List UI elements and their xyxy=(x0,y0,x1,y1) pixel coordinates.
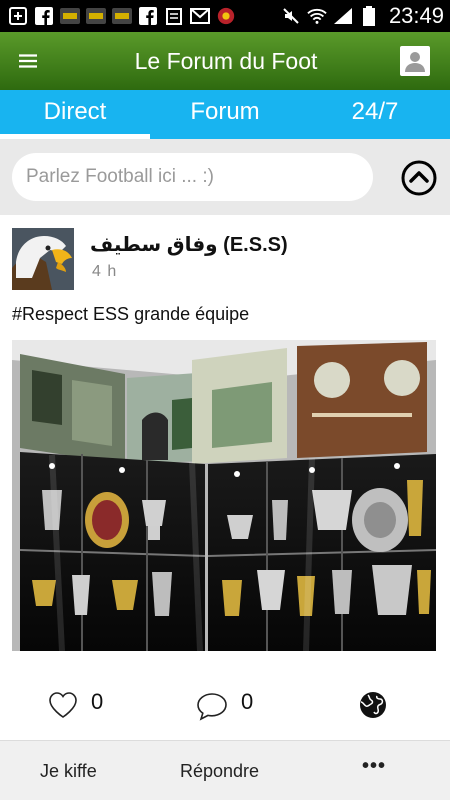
notification-app-icon xyxy=(60,6,80,26)
app-bar: Le Forum du Foot xyxy=(0,32,450,90)
post-image[interactable] xyxy=(12,340,436,651)
app-title: Le Forum du Foot xyxy=(134,47,318,74)
mute-icon xyxy=(281,6,301,26)
comment-icon[interactable] xyxy=(196,691,228,721)
heart-icon[interactable] xyxy=(48,691,78,719)
eagle-avatar-image xyxy=(12,228,74,290)
notification-app-icon xyxy=(86,6,106,26)
game-icon xyxy=(216,6,236,26)
post-card: وفاق سطيف (E.S.S) 4 h #Respect ESS grand… xyxy=(0,215,450,740)
add-icon xyxy=(8,6,28,26)
like-button[interactable]: Je kiffe xyxy=(40,761,97,782)
hamburger-icon xyxy=(19,54,37,68)
globe-icon[interactable] xyxy=(359,691,387,719)
signal-icon xyxy=(333,6,353,26)
more-options-button[interactable]: ••• xyxy=(362,755,386,778)
compose-input[interactable] xyxy=(12,153,373,201)
post-author[interactable]: وفاق سطيف (E.S.S) xyxy=(90,232,288,257)
notification-app-icon xyxy=(112,6,132,26)
reply-button[interactable]: Répondre xyxy=(180,761,259,782)
facebook-icon xyxy=(138,6,158,26)
status-bar: 23:49 xyxy=(0,0,450,32)
trophy-cabinet-photo xyxy=(12,340,436,651)
post-actions: Je kiffe Répondre ••• xyxy=(0,740,450,800)
user-icon xyxy=(405,52,425,72)
reactions-bar: 0 0 xyxy=(0,685,450,725)
compose-row xyxy=(0,139,450,215)
battery-icon xyxy=(359,6,379,26)
gmail-icon xyxy=(190,6,210,26)
post-time: 4 h xyxy=(92,263,118,280)
menu-button[interactable] xyxy=(0,32,56,90)
chevron-up-circle-icon xyxy=(401,160,437,196)
avatar[interactable] xyxy=(12,228,74,290)
wifi-icon xyxy=(307,6,327,26)
clipboard-icon xyxy=(164,6,184,26)
tab-24-7[interactable]: 24/7 xyxy=(300,90,450,139)
clock: 23:49 xyxy=(388,3,444,28)
tab-direct[interactable]: Direct xyxy=(0,90,150,139)
post-text: #Respect ESS grande équipe xyxy=(12,304,250,324)
tab-forum[interactable]: Forum xyxy=(150,90,300,139)
scroll-to-top-button[interactable] xyxy=(401,160,437,196)
tab-bar: Direct Forum 24/7 xyxy=(0,90,450,139)
profile-button[interactable] xyxy=(400,46,430,76)
system-icons: 23:49 xyxy=(281,3,450,29)
like-count: 0 xyxy=(91,689,104,714)
comment-count: 0 xyxy=(241,689,254,714)
notification-icons xyxy=(0,6,236,26)
facebook-icon xyxy=(34,6,54,26)
